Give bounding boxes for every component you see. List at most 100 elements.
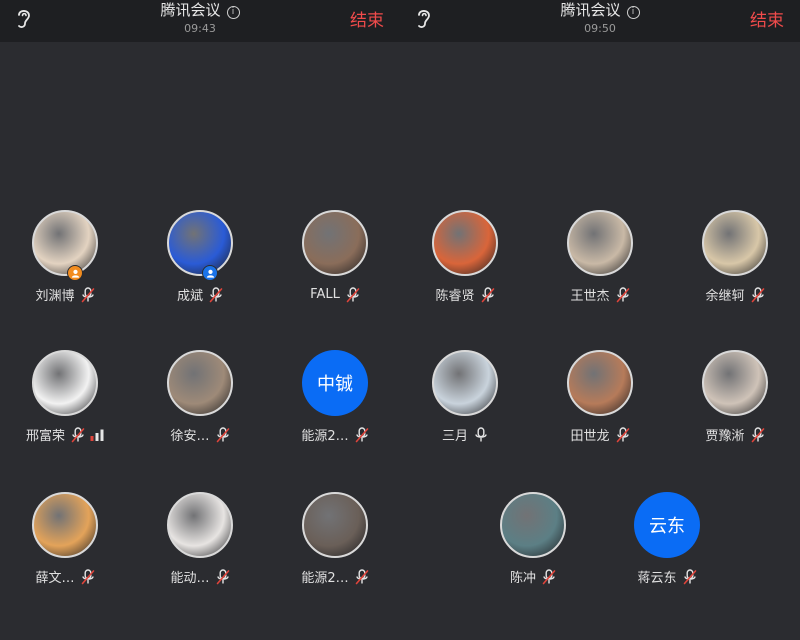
participant-tile[interactable]: 薛文… bbox=[10, 492, 120, 602]
end-meeting-button[interactable]: 结束 bbox=[750, 6, 784, 31]
participant-name-row: 贾豫淅 bbox=[680, 424, 790, 444]
avatar[interactable]: 云东 bbox=[634, 492, 700, 558]
participant-name: 田世龙 bbox=[570, 429, 610, 444]
participant-name: 薛文… bbox=[35, 571, 75, 586]
participant-name: FALL bbox=[310, 287, 340, 302]
signal-strength-icon bbox=[90, 429, 104, 441]
info-icon[interactable]: i bbox=[626, 6, 640, 19]
mic-muted-icon bbox=[71, 426, 85, 442]
avatar[interactable] bbox=[567, 210, 633, 276]
mic-muted-icon bbox=[216, 426, 229, 442]
mic-muted-icon bbox=[683, 568, 696, 584]
meeting-header: 腾讯会议 i 09:43 bbox=[0, 0, 400, 37]
mic-muted-icon bbox=[209, 286, 223, 302]
avatar-initials: 中铖 bbox=[317, 374, 353, 395]
participant-name-row: 陈睿贤 bbox=[410, 284, 520, 304]
participant-tile[interactable]: 陈睿贤 bbox=[410, 210, 520, 320]
participant-name: 成斌 bbox=[176, 289, 203, 304]
avatar[interactable] bbox=[32, 350, 98, 416]
participant-name: 陈睿贤 bbox=[435, 289, 475, 304]
participant-name-row: 能源2… bbox=[280, 424, 390, 444]
avatar[interactable]: 中铖 bbox=[302, 350, 368, 416]
mic-muted-icon bbox=[751, 426, 764, 442]
avatar-initials: 云东 bbox=[649, 516, 685, 537]
participant-name-row: 田世龙 bbox=[545, 424, 655, 444]
participant-tile[interactable]: 成斌 bbox=[145, 210, 255, 320]
mic-muted-icon bbox=[355, 426, 368, 442]
participant-name-row: 能源2… bbox=[280, 566, 390, 586]
participant-name: 能源2… bbox=[301, 429, 349, 444]
participant-tile[interactable]: 田世龙 bbox=[545, 350, 655, 460]
participant-name-row: 徐安… bbox=[145, 424, 255, 444]
participant-name: 陈冲 bbox=[509, 571, 536, 586]
participant-name-row: 三月 bbox=[410, 424, 520, 444]
participant-name-row: 成斌 bbox=[145, 284, 255, 304]
participant-tile[interactable]: 余继轲 bbox=[680, 210, 790, 320]
participant-name: 能动… bbox=[170, 571, 210, 586]
avatar[interactable] bbox=[702, 350, 768, 416]
host-badge-icon bbox=[67, 265, 83, 281]
participant-tile[interactable]: 陈冲 bbox=[478, 492, 588, 602]
participant-name-row: 邢富荣 bbox=[10, 424, 120, 444]
participant-tile[interactable]: 王世杰 bbox=[545, 210, 655, 320]
mic-muted-icon bbox=[616, 426, 629, 442]
cohost-badge-icon bbox=[202, 265, 218, 281]
avatar[interactable] bbox=[302, 210, 368, 276]
participant-name-row: 能动… bbox=[145, 566, 255, 586]
participant-name: 徐安… bbox=[170, 429, 210, 444]
participant-name-row: 余继轲 bbox=[680, 284, 790, 304]
meeting-screen-left: 腾讯会议 i 09:43 结束 刘渊博 成斌 FALL 邢富荣 徐安… 中铖能源2… 薛文… 能… bbox=[0, 0, 400, 640]
participant-name: 王世杰 bbox=[570, 289, 610, 304]
info-icon[interactable]: i bbox=[226, 6, 240, 19]
participant-name: 能源2… bbox=[301, 571, 349, 586]
participant-tile[interactable]: 刘渊博 bbox=[10, 210, 120, 320]
top-bar: 腾讯会议 i 09:43 结束 bbox=[0, 0, 400, 42]
avatar[interactable] bbox=[500, 492, 566, 558]
mic-muted-icon bbox=[81, 568, 94, 584]
mic-muted-icon bbox=[751, 286, 764, 302]
meeting-title: 腾讯会议 bbox=[560, 1, 621, 19]
participant-name: 贾豫淅 bbox=[705, 429, 745, 444]
avatar[interactable] bbox=[702, 210, 768, 276]
avatar[interactable] bbox=[567, 350, 633, 416]
meeting-screen-right: 腾讯会议 i 09:50 结束 陈睿贤 王世杰 余继轲三月 田世龙 贾豫淅陈冲 云东蒋云东 bbox=[400, 0, 800, 640]
participant-name: 余继轲 bbox=[705, 289, 745, 304]
participant-tile[interactable]: 云东蒋云东 bbox=[612, 492, 722, 602]
participant-name: 三月 bbox=[441, 429, 468, 444]
avatar[interactable] bbox=[167, 210, 233, 276]
mic-muted-icon bbox=[481, 286, 494, 302]
avatar[interactable] bbox=[32, 210, 98, 276]
participant-name-row: 薛文… bbox=[10, 566, 120, 586]
participant-tile[interactable]: 徐安… bbox=[145, 350, 255, 460]
mic-muted-icon bbox=[355, 568, 368, 584]
mic-muted-icon bbox=[81, 286, 94, 302]
meeting-header: 腾讯会议 i 09:50 bbox=[400, 0, 800, 37]
participant-name-row: 刘渊博 bbox=[10, 284, 120, 304]
avatar[interactable] bbox=[32, 492, 98, 558]
avatar[interactable] bbox=[432, 210, 498, 276]
participant-tile[interactable]: 能源2… bbox=[280, 492, 390, 602]
avatar[interactable] bbox=[167, 492, 233, 558]
mic-muted-icon bbox=[616, 286, 629, 302]
participant-tile[interactable]: 邢富荣 bbox=[10, 350, 120, 460]
end-meeting-button[interactable]: 结束 bbox=[350, 6, 384, 31]
participant-tile[interactable]: 能动… bbox=[145, 492, 255, 602]
meeting-time: 09:43 bbox=[184, 22, 216, 35]
participant-name: 蒋云东 bbox=[637, 571, 677, 586]
meeting-time: 09:50 bbox=[584, 22, 616, 35]
avatar[interactable] bbox=[167, 350, 233, 416]
mic-muted-icon bbox=[346, 286, 360, 302]
participant-tile[interactable]: 三月 bbox=[410, 350, 520, 460]
participant-tile[interactable]: 中铖能源2… bbox=[280, 350, 390, 460]
participant-name-row: 王世杰 bbox=[545, 284, 655, 304]
mic-icon bbox=[475, 426, 487, 441]
top-bar: 腾讯会议 i 09:50 结束 bbox=[400, 0, 800, 42]
participant-name-row: 陈冲 bbox=[478, 566, 588, 586]
participant-tile[interactable]: 贾豫淅 bbox=[680, 350, 790, 460]
participant-name: 邢富荣 bbox=[25, 429, 65, 444]
participant-tile[interactable]: FALL bbox=[280, 210, 390, 320]
meeting-title: 腾讯会议 bbox=[160, 1, 221, 19]
participant-name-row: FALL bbox=[280, 284, 390, 302]
avatar[interactable] bbox=[432, 350, 498, 416]
avatar[interactable] bbox=[302, 492, 368, 558]
